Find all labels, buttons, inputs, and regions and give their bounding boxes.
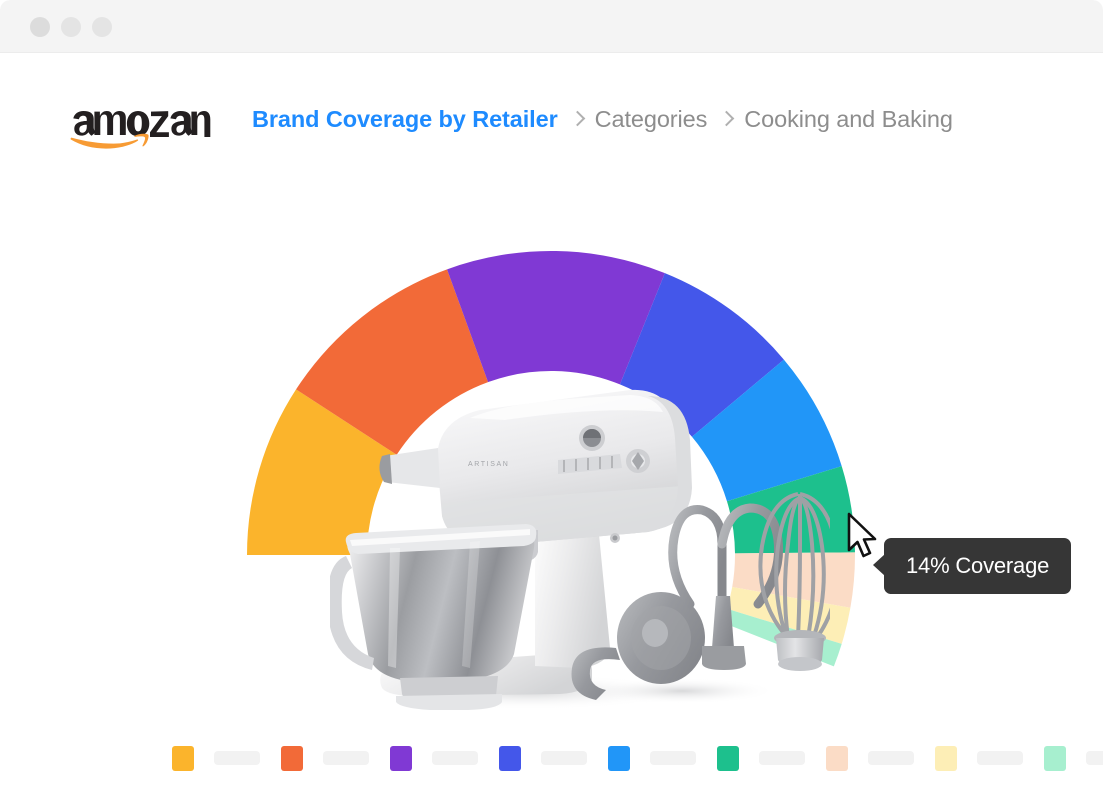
chevron-right-icon bbox=[720, 110, 731, 128]
legend-swatch-6 bbox=[717, 745, 739, 771]
product-image-stand-mixer: ARTISAN bbox=[330, 389, 830, 710]
legend-label-placeholder-9 bbox=[1086, 751, 1103, 765]
svg-text:ARTISAN: ARTISAN bbox=[468, 461, 509, 468]
minimize-dot[interactable] bbox=[61, 17, 81, 37]
legend-item-6[interactable] bbox=[717, 745, 805, 771]
legend-item-5[interactable] bbox=[608, 745, 696, 771]
page-content: Brand Coverage by Retailer Categories Co… bbox=[0, 53, 1103, 792]
legend-swatch-7 bbox=[826, 745, 848, 771]
legend-label-placeholder-4 bbox=[541, 751, 587, 765]
legend-item-3[interactable] bbox=[390, 745, 478, 771]
legend-item-9[interactable] bbox=[1044, 745, 1103, 771]
legend-item-2[interactable] bbox=[281, 745, 369, 771]
legend-label-placeholder-2 bbox=[323, 751, 369, 765]
amazon-logo[interactable] bbox=[66, 93, 212, 149]
window-titlebar bbox=[0, 0, 1103, 53]
legend-item-4[interactable] bbox=[499, 745, 587, 771]
coverage-tooltip: 14% Coverage bbox=[872, 538, 1072, 594]
legend-label-placeholder-8 bbox=[977, 751, 1023, 765]
legend-swatch-4 bbox=[499, 745, 521, 771]
legend-label-placeholder-5 bbox=[650, 751, 696, 765]
legend-item-1[interactable] bbox=[172, 745, 260, 771]
legend-swatch-9 bbox=[1044, 745, 1066, 771]
chart-legend bbox=[172, 743, 1103, 773]
breadcrumb-item-categories[interactable]: Categories bbox=[595, 106, 708, 133]
legend-swatch-2 bbox=[281, 745, 303, 771]
coverage-gauge-chart: ARTISAN 14% Coverage bbox=[0, 173, 1103, 710]
legend-label-placeholder-1 bbox=[214, 751, 260, 765]
legend-item-7[interactable] bbox=[826, 745, 914, 771]
breadcrumb-item-cooking-and-baking[interactable]: Cooking and Baking bbox=[744, 106, 953, 133]
legend-label-placeholder-6 bbox=[759, 751, 805, 765]
tooltip-text: 14% Coverage bbox=[906, 553, 1050, 578]
legend-swatch-5 bbox=[608, 745, 630, 771]
page-header: Brand Coverage by Retailer Categories Co… bbox=[0, 93, 1103, 153]
chevron-right-icon bbox=[571, 110, 582, 128]
breadcrumb-item-brand-coverage[interactable]: Brand Coverage by Retailer bbox=[252, 106, 558, 133]
close-dot[interactable] bbox=[30, 17, 50, 37]
browser-window: Brand Coverage by Retailer Categories Co… bbox=[0, 0, 1103, 792]
legend-swatch-3 bbox=[390, 745, 412, 771]
legend-swatch-1 bbox=[172, 745, 194, 771]
legend-label-placeholder-7 bbox=[868, 751, 914, 765]
maximize-dot[interactable] bbox=[92, 17, 112, 37]
legend-label-placeholder-3 bbox=[432, 751, 478, 765]
breadcrumb: Brand Coverage by Retailer Categories Co… bbox=[252, 99, 953, 139]
legend-swatch-8 bbox=[935, 745, 957, 771]
legend-item-8[interactable] bbox=[935, 745, 1023, 771]
